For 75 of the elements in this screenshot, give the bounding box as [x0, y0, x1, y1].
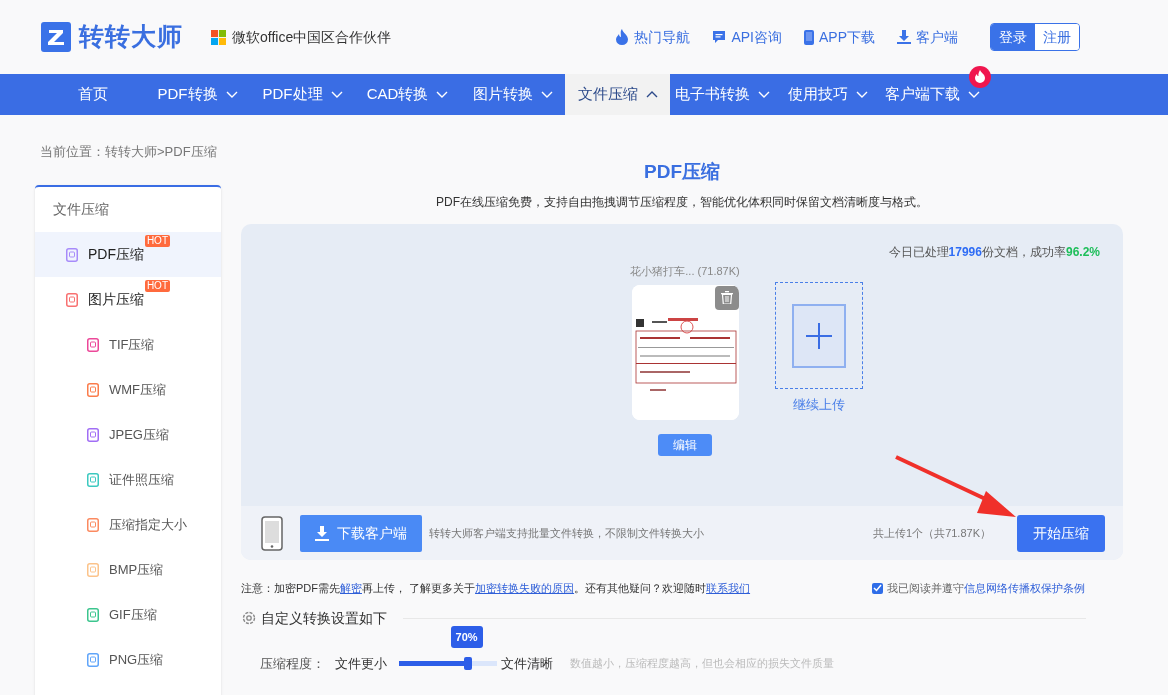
notice-link[interactable]: 联系我们 — [706, 582, 751, 594]
logo-text: 转转大师 — [79, 21, 183, 53]
flame-icon — [615, 29, 630, 45]
slider-tooltip: 70% — [450, 625, 483, 648]
partner-text: 微软office中国区合作伙伴 — [232, 27, 392, 47]
nav-tab[interactable]: 首页 — [40, 74, 145, 115]
chevron-down-icon — [758, 91, 770, 98]
processing-stats: 今日已处理17996份文档，成功率96.2% — [888, 244, 1100, 261]
slider-thumb[interactable] — [463, 656, 472, 670]
nav-tab[interactable]: 电子书转换 — [670, 74, 775, 115]
top-link[interactable]: 客户端 — [897, 26, 958, 48]
chevron-down-icon — [225, 91, 238, 98]
sidebar-item[interactable]: 图片压缩 HOT — [35, 277, 221, 322]
breadcrumb: 当前位置：转转大师>PDF压缩 — [39, 143, 218, 161]
plus-icon — [791, 303, 846, 368]
page-title: PDF压缩 — [643, 160, 721, 184]
chat-icon — [712, 30, 727, 44]
start-compress-button[interactable]: 开始压缩 — [1017, 514, 1105, 552]
trash-icon — [720, 291, 733, 304]
sidebar-item[interactable]: WMF压缩 — [35, 367, 221, 412]
notice-text: 注意：加密PDF需先解密再上传， 了解更多关于加密转换失败的原因。还有其他疑问？欢迎随时联系我们 — [241, 581, 751, 596]
notice-link[interactable]: 加密转换失败的原因 — [475, 582, 575, 594]
logo-icon — [41, 22, 71, 52]
agreement-text: 我已阅读并遵守信息网络传播权保护条例 — [887, 581, 1085, 596]
nav-tab[interactable]: CAD转换 — [355, 74, 460, 115]
windows-logo-icon — [211, 29, 226, 45]
agreement-link[interactable]: 信息网络传播权保护条例 — [964, 582, 1085, 594]
sidebar-item[interactable]: GIF压缩 — [35, 592, 221, 637]
sidebar-item[interactable]: BMP压缩 — [35, 547, 221, 592]
notice-link[interactable]: 解密 — [340, 582, 362, 594]
top-link[interactable]: 热门导航 — [615, 26, 691, 48]
sidebar-item[interactable]: TIF压缩 — [35, 322, 221, 367]
settings-icon — [241, 610, 257, 626]
chevron-up-icon — [645, 91, 658, 98]
continue-upload-link[interactable]: 继续上传 — [792, 395, 845, 415]
sidebar-heading: 文件压缩 — [52, 200, 110, 219]
sidebar-item[interactable]: 证件照压缩 — [35, 457, 221, 502]
chevron-down-icon — [855, 91, 868, 98]
chevron-down-icon — [436, 91, 449, 98]
chevron-down-icon — [540, 91, 553, 98]
sidebar-item[interactable]: PDF压缩 HOT — [35, 232, 221, 277]
nav-tab[interactable]: PDF处理 — [250, 74, 355, 115]
upload-summary: 共上传1个（共71.87K） — [873, 525, 991, 541]
compression-label: 压缩程度： — [260, 654, 325, 673]
add-file-button[interactable] — [774, 282, 863, 389]
top-link[interactable]: API咨询 — [712, 26, 782, 48]
nav-tab[interactable]: 文件压缩 — [565, 74, 670, 115]
edit-button[interactable]: 编辑 — [658, 433, 712, 456]
max-label: 文件清晰 — [501, 654, 553, 673]
min-label: 文件更小 — [335, 654, 387, 673]
chevron-down-icon — [968, 91, 980, 98]
subtitle: PDF在线压缩免费，支持自由拖拽调节压缩程度，智能优化体积同时保留文档清晰度与格式。 — [435, 194, 929, 211]
register-button[interactable]: 注册 — [1035, 24, 1079, 50]
nav-tab[interactable]: 图片转换 — [460, 74, 565, 115]
download-icon — [315, 525, 329, 541]
hot-badge: HOT — [144, 235, 170, 247]
download-icon — [897, 30, 911, 44]
sidebar-item[interactable]: PNG压缩 — [35, 637, 221, 682]
download-client-button[interactable]: 下载客户端 — [300, 514, 422, 552]
sidebar-item[interactable]: 压缩指定大小 — [35, 502, 221, 547]
nav-tab[interactable]: PDF转换 — [145, 74, 250, 115]
top-link[interactable]: APP下载 — [804, 26, 875, 48]
agreement-checkbox[interactable] — [872, 582, 883, 594]
flame-badge-icon — [969, 66, 991, 88]
phone-icon — [261, 515, 283, 551]
client-note: 转转大师客户端支持批量文件转换，不限制文件转换大小 — [429, 525, 704, 541]
nav-tab[interactable]: 客户端下载 — [880, 74, 985, 115]
chevron-down-icon — [330, 91, 343, 98]
login-button[interactable]: 登录 — [991, 24, 1035, 50]
nav-tab[interactable]: 使用技巧 — [775, 74, 880, 115]
hot-badge: HOT — [144, 280, 170, 292]
settings-heading: 自定义转换设置如下 — [261, 608, 387, 628]
phone-icon — [804, 29, 814, 45]
file-name: 花小猪打车... (71.87K) — [630, 264, 740, 279]
sidebar-item[interactable]: JPEG压缩 — [35, 412, 221, 457]
